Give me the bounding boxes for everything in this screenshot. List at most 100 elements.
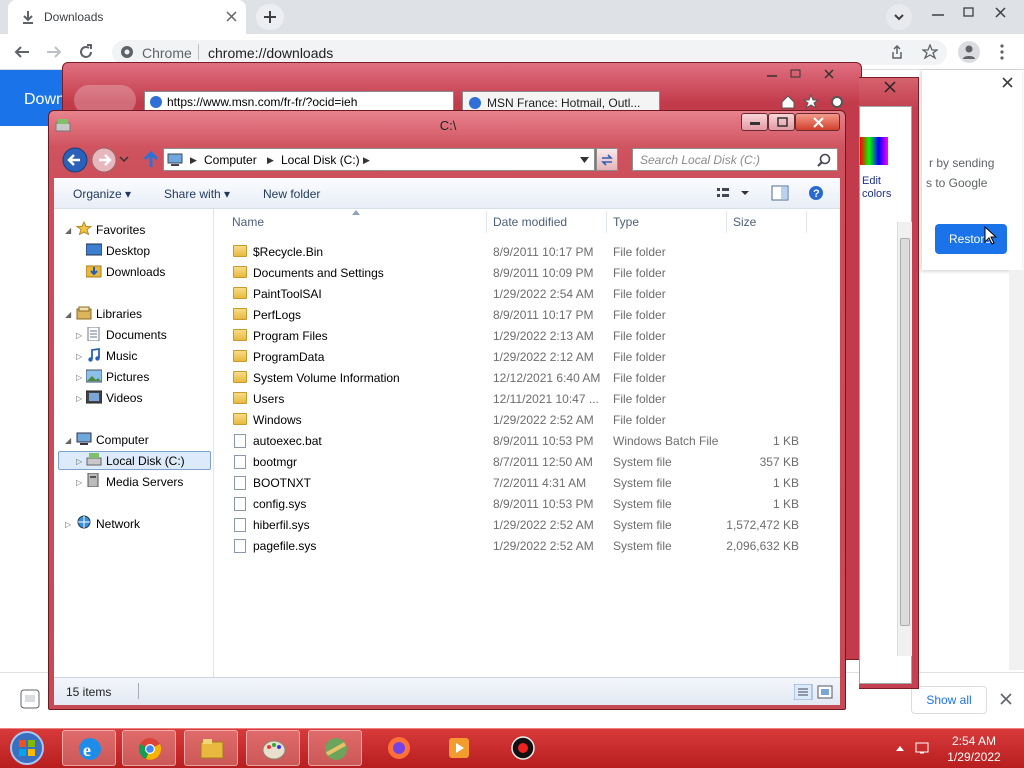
nav-computer[interactable]: Computer bbox=[96, 433, 149, 447]
file-name: ProgramData bbox=[253, 350, 325, 364]
file-row[interactable]: Users 12/11/2021 10:47 ... File folder bbox=[230, 388, 810, 409]
column-date-modified[interactable]: Date modified bbox=[493, 215, 567, 229]
close-tab-icon[interactable] bbox=[226, 11, 237, 22]
view-options-icon[interactable] bbox=[716, 186, 752, 200]
share-with-menu[interactable]: Share with ▾ bbox=[164, 187, 230, 201]
nav-libraries[interactable]: Libraries bbox=[96, 307, 142, 321]
file-row[interactable]: hiberfil.sys 1/29/2022 2:52 AM System file… bbox=[230, 514, 810, 535]
nav-local-disk[interactable]: Local Disk (C:) bbox=[106, 454, 185, 468]
reload-icon[interactable] bbox=[78, 44, 94, 60]
taskbar-firefox[interactable] bbox=[372, 730, 426, 766]
file-row[interactable]: ProgramData 1/29/2022 2:12 AM File folder bbox=[230, 346, 810, 367]
up-arrow-icon[interactable] bbox=[143, 151, 159, 169]
organize-menu[interactable]: Organize ▾ bbox=[73, 187, 131, 201]
ie-toolbar-icons[interactable] bbox=[780, 94, 846, 110]
nav-music[interactable]: Music bbox=[106, 349, 137, 363]
back-forward-buttons[interactable] bbox=[62, 146, 134, 174]
minimize-icon bbox=[750, 122, 760, 125]
page-scrollbar[interactable] bbox=[1009, 270, 1024, 670]
tab-search-button[interactable] bbox=[886, 4, 912, 30]
profile-avatar[interactable] bbox=[958, 41, 980, 63]
back-arrow-icon[interactable] bbox=[14, 44, 30, 60]
address-dropdown-icon[interactable] bbox=[580, 157, 589, 163]
file-date: 12/12/2021 6:40 AM bbox=[493, 371, 601, 385]
maximize-button[interactable] bbox=[768, 113, 795, 131]
nav-media-servers[interactable]: Media Servers bbox=[106, 475, 183, 489]
taskbar-media-player[interactable] bbox=[432, 730, 486, 766]
file-list-scrollbar[interactable] bbox=[897, 222, 912, 656]
help-icon[interactable]: ? bbox=[808, 185, 824, 201]
folder-icon bbox=[233, 413, 247, 425]
file-row[interactable]: Windows 1/29/2022 2:52 AM File folder bbox=[230, 409, 810, 430]
ie-window-controls[interactable] bbox=[761, 67, 851, 81]
column-size[interactable]: Size bbox=[733, 215, 756, 229]
share-icon[interactable] bbox=[890, 45, 904, 59]
side-close-icon[interactable] bbox=[883, 81, 897, 93]
nav-favorites[interactable]: Favorites bbox=[96, 223, 145, 237]
bookmark-star-icon[interactable] bbox=[922, 44, 938, 60]
ie-address-bar[interactable]: https://www.msn.com/fr-fr/?ocid=ieh bbox=[144, 91, 454, 111]
address-bar[interactable]: ▶ Computer ▶ Local Disk (C:) ▶ bbox=[163, 148, 595, 171]
computer-icon bbox=[167, 153, 183, 166]
folder-icon bbox=[233, 329, 247, 341]
breadcrumb-computer[interactable]: Computer bbox=[204, 153, 257, 167]
chrome-tab-downloads[interactable]: Downloads bbox=[8, 0, 246, 34]
nav-desktop[interactable]: Desktop bbox=[106, 244, 150, 258]
forward-arrow-icon[interactable] bbox=[46, 44, 62, 60]
close-button[interactable] bbox=[795, 113, 840, 131]
taskbar-internet-explorer[interactable]: e bbox=[62, 730, 116, 766]
more-menu-icon[interactable] bbox=[999, 44, 1005, 60]
file-row[interactable]: System Volume Information 12/12/2021 6:40… bbox=[230, 367, 810, 388]
downloads-folder-icon bbox=[86, 265, 102, 278]
taskbar-paint-tool-sai[interactable] bbox=[308, 730, 362, 766]
nav-videos[interactable]: Videos bbox=[106, 391, 142, 405]
file-row[interactable]: pagefile.sys 1/29/2022 2:52 AM System file… bbox=[230, 535, 810, 556]
omnibox-site: Chrome bbox=[142, 45, 192, 61]
file-row[interactable]: autoexec.bat 8/9/2011 10:53 PM Windows Bat… bbox=[230, 430, 810, 451]
file-row[interactable]: Program Files 1/29/2022 2:13 AM File folde… bbox=[230, 325, 810, 346]
local-disk-icon bbox=[86, 453, 102, 466]
file-row[interactable]: BOOTNXT 7/2/2011 4:31 AM System file 1 KB bbox=[230, 472, 810, 493]
search-box[interactable]: Search Local Disk (C:) bbox=[632, 148, 838, 171]
clock[interactable]: 2:54 AM 1/29/2022 bbox=[936, 733, 1012, 765]
file-row[interactable]: config.sys 8/9/2011 10:53 PM System file 1 … bbox=[230, 493, 810, 514]
column-name[interactable]: Name bbox=[232, 215, 264, 229]
file-row[interactable]: $Recycle.Bin 8/9/2011 10:17 PM File folder bbox=[230, 241, 810, 262]
file-date: 8/9/2011 10:09 PM bbox=[493, 266, 594, 280]
start-button[interactable] bbox=[6, 730, 48, 766]
taskbar-chrome[interactable] bbox=[122, 730, 176, 766]
network-icon bbox=[77, 515, 91, 529]
refresh-button[interactable] bbox=[596, 148, 618, 171]
tray-icons[interactable] bbox=[894, 741, 934, 755]
nav-pictures[interactable]: Pictures bbox=[106, 370, 149, 384]
new-folder-button[interactable]: New folder bbox=[263, 187, 320, 201]
file-row[interactable]: PerfLogs 8/9/2011 10:17 PM File folder bbox=[230, 304, 810, 325]
close-shelf-icon[interactable] bbox=[1000, 693, 1012, 705]
show-all-button[interactable]: Show all bbox=[911, 686, 987, 714]
file-row[interactable]: Documents and Settings 8/9/2011 10:09 PM F… bbox=[230, 262, 810, 283]
file-row[interactable]: PaintToolSAI 1/29/2022 2:54 AM File folder bbox=[230, 283, 810, 304]
taskbar-file-explorer[interactable] bbox=[184, 730, 238, 766]
nav-network[interactable]: Network bbox=[96, 517, 140, 531]
nav-documents[interactable]: Documents bbox=[106, 328, 167, 342]
file-explorer-icon bbox=[200, 739, 224, 759]
edit-colors-label[interactable]: Edit colors bbox=[862, 175, 911, 201]
search-icon[interactable] bbox=[817, 153, 831, 167]
minimize-button[interactable] bbox=[741, 113, 768, 131]
column-type[interactable]: Type bbox=[613, 215, 639, 229]
preview-pane-icon[interactable] bbox=[771, 185, 789, 201]
breadcrumb-local-disk[interactable]: Local Disk (C:) bbox=[281, 153, 360, 167]
file-row[interactable]: bootmgr 8/7/2011 12:50 AM System file 357 K… bbox=[230, 451, 810, 472]
taskbar-paint[interactable] bbox=[246, 730, 300, 766]
svg-text:?: ? bbox=[813, 188, 820, 200]
view-toggle-icons[interactable] bbox=[794, 684, 836, 700]
file-type: File folder bbox=[613, 308, 666, 322]
window-controls[interactable] bbox=[928, 6, 1018, 20]
scroll-thumb[interactable] bbox=[900, 238, 910, 626]
close-icon[interactable] bbox=[1002, 77, 1013, 88]
nav-downloads[interactable]: Downloads bbox=[106, 265, 165, 279]
taskbar-recorder[interactable] bbox=[496, 730, 550, 766]
videos-icon bbox=[86, 390, 102, 404]
firefox-icon bbox=[388, 737, 410, 759]
new-tab-button[interactable] bbox=[256, 4, 284, 30]
